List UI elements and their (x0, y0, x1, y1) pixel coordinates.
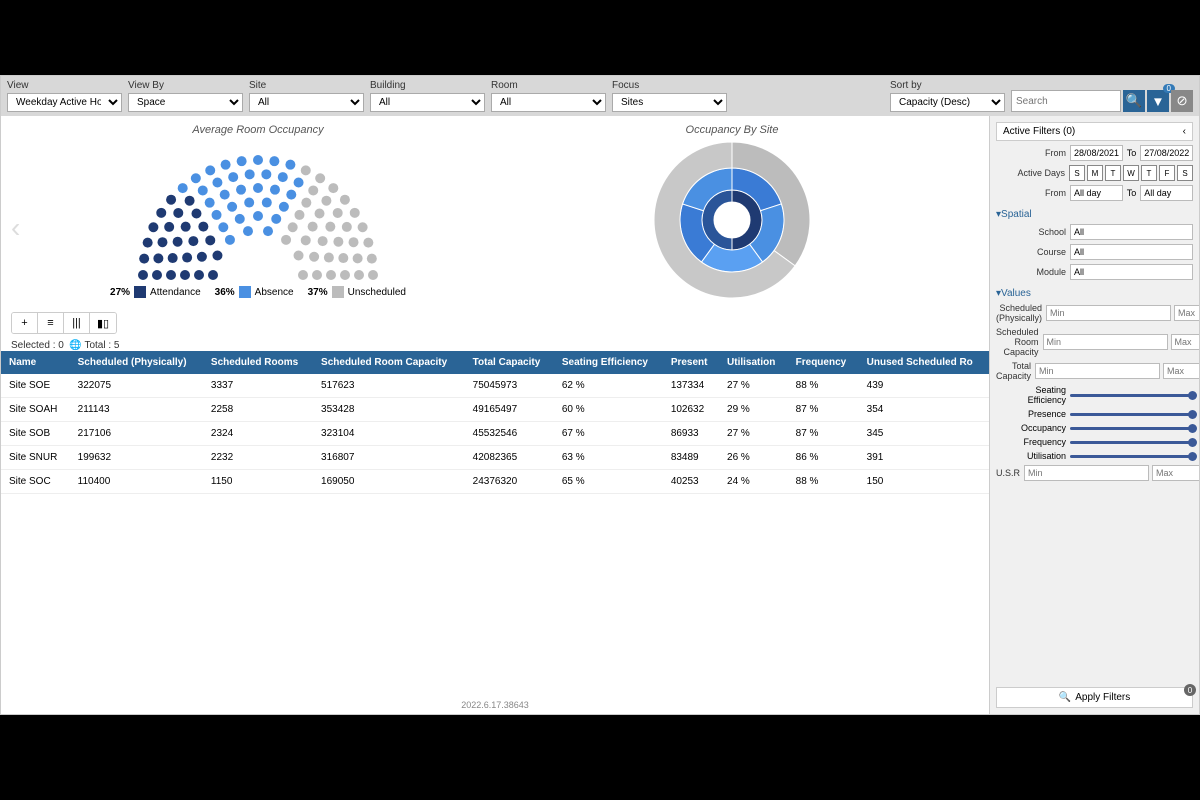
table-header[interactable]: Scheduled Rooms (203, 351, 313, 374)
focus-label: Focus (612, 80, 727, 91)
cancel-icon: ⊘ (1176, 93, 1187, 109)
table-row[interactable]: Site SOB21710623243231044553254667 %8693… (1, 422, 989, 446)
sched-cap-max[interactable] (1171, 334, 1199, 350)
table-row[interactable]: Site SNUR19963222323168074208236563 %834… (1, 446, 989, 470)
day-button[interactable]: T (1105, 165, 1121, 181)
day-button[interactable]: S (1069, 165, 1085, 181)
site-label: Site (249, 80, 364, 91)
time-to-input[interactable] (1140, 185, 1193, 201)
donut-chart (652, 140, 812, 300)
from-date-input[interactable] (1070, 145, 1123, 161)
table-header-row: NameScheduled (Physically)Scheduled Room… (1, 351, 989, 374)
column-view-button[interactable]: ||| (64, 313, 90, 333)
reset-button[interactable]: ⊘ (1171, 90, 1193, 112)
table-header[interactable]: Unused Scheduled Ro (859, 351, 989, 374)
chevron-left-icon: ‹ (1183, 126, 1186, 137)
site-select[interactable]: All (249, 93, 364, 112)
sched-phys-min[interactable] (1046, 305, 1171, 321)
active-filters-header[interactable]: Active Filters (0)‹ (996, 122, 1193, 141)
building-select[interactable]: All (370, 93, 485, 112)
day-button[interactable]: W (1123, 165, 1139, 181)
prev-chart-button[interactable]: ‹ (11, 212, 20, 244)
topbar: View Weekday Active Hours View By Space Si… (1, 76, 1199, 116)
view-select[interactable]: Weekday Active Hours (7, 93, 122, 112)
presence-slider[interactable] (1070, 413, 1193, 416)
parliament-chart (118, 140, 398, 280)
table-header[interactable]: Scheduled Room Capacity (313, 351, 465, 374)
filter-icon: ▼ (1151, 94, 1164, 109)
usr-min[interactable] (1024, 465, 1149, 481)
site-chart-title: Occupancy By Site (686, 124, 779, 136)
filter-button[interactable]: ▼0 (1147, 90, 1169, 112)
time-from-input[interactable] (1070, 185, 1123, 201)
status-bar: Selected : 0 🌐 Total : 5 (1, 340, 989, 351)
day-button[interactable]: S (1177, 165, 1193, 181)
chevron-left-icon: ‹ (11, 212, 20, 243)
list-view-button[interactable]: ≡ (38, 313, 64, 333)
legend: 27%Attendance 36%Absence 37%Unscheduled (110, 286, 406, 298)
table-header[interactable]: Present (663, 351, 719, 374)
view-label: View (7, 80, 122, 91)
plus-icon: + (21, 317, 27, 329)
version-label: 2022.6.17.38643 (1, 696, 989, 714)
spatial-section[interactable]: ▾Spatial (996, 209, 1193, 220)
legend-item: 36%Absence (215, 286, 294, 298)
search-button[interactable]: 🔍 (1123, 90, 1145, 112)
data-table: NameScheduled (Physically)Scheduled Room… (1, 351, 989, 494)
add-button[interactable]: + (12, 313, 38, 333)
room-label: Room (491, 80, 606, 91)
table-header[interactable]: Seating Efficiency (554, 351, 663, 374)
avg-chart-title: Average Room Occupancy (192, 124, 323, 136)
search-input[interactable] (1011, 90, 1121, 112)
day-button[interactable]: T (1141, 165, 1157, 181)
building-label: Building (370, 80, 485, 91)
filter-sidebar: Active Filters (0)‹ FromTo Active DaysSM… (989, 116, 1199, 714)
table-header[interactable]: Frequency (788, 351, 859, 374)
bar-chart-icon: ▮▯ (97, 317, 109, 330)
app-window: View Weekday Active Hours View By Space Si… (0, 75, 1200, 715)
total-cap-max[interactable] (1163, 363, 1199, 379)
table-row[interactable]: Site SOAH21114322583534284916549760 %102… (1, 398, 989, 422)
legend-item: 37%Unscheduled (308, 286, 406, 298)
search-icon: 🔍 (1059, 692, 1071, 703)
utilisation-slider[interactable] (1070, 455, 1193, 458)
sched-cap-min[interactable] (1043, 334, 1168, 350)
table-header[interactable]: Utilisation (719, 351, 788, 374)
table-toolbar: + ≡ ||| ▮▯ (1, 308, 989, 338)
table-body: Site SOE32207533375176237504597362 %1373… (1, 374, 989, 494)
to-date-input[interactable] (1140, 145, 1193, 161)
chart-view-button[interactable]: ▮▯ (90, 313, 116, 333)
occupancy-slider[interactable] (1070, 427, 1193, 430)
seat-eff-slider[interactable] (1070, 394, 1193, 397)
day-button[interactable]: F (1159, 165, 1175, 181)
table-row[interactable]: Site SOE32207533375176237504597362 %1373… (1, 374, 989, 398)
day-button[interactable]: M (1087, 165, 1103, 181)
sort-label: Sort by (890, 80, 1005, 91)
frequency-slider[interactable] (1070, 441, 1193, 444)
viewby-select[interactable]: Space (128, 93, 243, 112)
focus-select[interactable]: Sites (612, 93, 727, 112)
columns-icon: ||| (72, 317, 81, 329)
course-input[interactable] (1070, 244, 1193, 260)
values-section[interactable]: ▾Values (996, 288, 1193, 299)
viewby-label: View By (128, 80, 243, 91)
search-icon: 🔍 (1126, 93, 1143, 109)
table-header[interactable]: Total Capacity (465, 351, 554, 374)
school-input[interactable] (1070, 224, 1193, 240)
charts-panel: ‹ Average Room Occupancy 27%Attendance 36… (1, 116, 989, 308)
room-select[interactable]: All (491, 93, 606, 112)
table-header[interactable]: Name (1, 351, 70, 374)
table-row[interactable]: Site SOC11040011501690502437632065 %4025… (1, 470, 989, 494)
usr-max[interactable] (1152, 465, 1199, 481)
total-cap-min[interactable] (1035, 363, 1160, 379)
table-header[interactable]: Scheduled (Physically) (70, 351, 203, 374)
module-input[interactable] (1070, 264, 1193, 280)
sort-select[interactable]: Capacity (Desc) (890, 93, 1005, 112)
apply-filters-button[interactable]: 🔍Apply Filters0 (996, 687, 1193, 708)
list-icon: ≡ (47, 317, 53, 329)
sched-phys-max[interactable] (1174, 305, 1199, 321)
legend-item: 27%Attendance (110, 286, 201, 298)
